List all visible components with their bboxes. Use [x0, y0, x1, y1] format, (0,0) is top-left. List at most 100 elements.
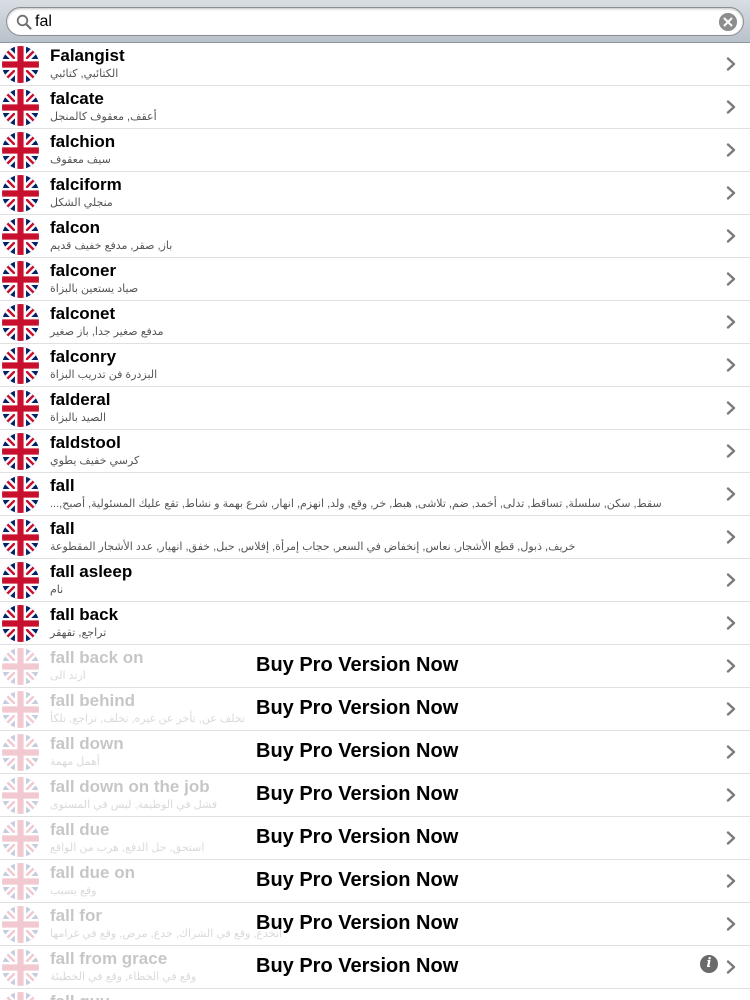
chevron-right-icon — [724, 487, 738, 501]
entry-word: falcate — [50, 89, 104, 108]
chevron-right-icon — [724, 57, 738, 71]
entry-word: fall asleep — [50, 562, 133, 581]
list-item[interactable]: falconry البزدرة فن تدريب البزاة — [0, 344, 750, 387]
chevron-right-icon — [724, 229, 738, 243]
chevron-right-icon — [724, 616, 738, 630]
list-item[interactable]: falconet مدفع صغير جدا, باز صغير — [0, 301, 750, 344]
list-item[interactable]: fall خريف, ذبول, قطع الأشجار, نعاس, إنخفا… — [0, 516, 750, 559]
entry-translation: مدفع صغير جدا, باز صغير — [50, 326, 164, 338]
chevron-right-icon — [724, 659, 738, 673]
uk-flag-icon — [2, 261, 39, 298]
entry-word: falchion — [50, 132, 116, 151]
entry-word: Falangist — [50, 46, 125, 65]
entry-word: fall down on the job — [50, 777, 210, 796]
list-item[interactable]: fall down أهمل مهمة Buy Pro Version Now — [0, 731, 750, 774]
entry-translation: فشل في الوظيفة, ليس في المستوى — [50, 799, 218, 811]
entry-translation: منجلي الشكل — [50, 197, 113, 209]
list-item[interactable]: fall due on وقع بسبب Buy Pro Version Now — [0, 860, 750, 903]
entry-translation: صياد يستعين بالبزاة — [50, 283, 139, 295]
uk-flag-icon — [2, 562, 39, 599]
list-item[interactable]: fall behind تخلف عن, تأخر عن غيره, تخلف, … — [0, 688, 750, 731]
uk-flag-icon — [2, 347, 39, 384]
search-input[interactable] — [35, 11, 715, 32]
list-item[interactable]: Falangist الكتائبي, كتائبي — [0, 43, 750, 86]
chevron-right-icon — [724, 444, 738, 458]
list-item[interactable]: fall back on ارتد الى Buy Pro Version Now — [0, 645, 750, 688]
chevron-right-icon — [724, 100, 738, 114]
list-item[interactable]: fall from grace وقع في الخطاء, وقع في الخ… — [0, 946, 750, 989]
list-item[interactable]: fall guyBuy Pro Version Now — [0, 989, 750, 1000]
uk-flag-icon — [2, 175, 39, 212]
buy-pro-label[interactable]: Buy Pro Version Now — [256, 826, 458, 849]
chevron-right-icon — [724, 315, 738, 329]
entry-translation: سقط, سكن, سلسلة, تساقط, تدلى, أخمد, ضم, … — [50, 498, 662, 510]
results-list[interactable]: Falangist الكتائبي, كتائبي falcate أعقف, مع… — [0, 43, 750, 1000]
entry-word: fall behind — [50, 691, 135, 710]
entry-word: fall back on — [50, 648, 144, 667]
buy-pro-label[interactable]: Buy Pro Version Now — [256, 912, 458, 935]
chevron-right-icon — [724, 358, 738, 372]
uk-flag-icon — [2, 605, 39, 642]
list-item[interactable]: faldstool كرسي خفيف يطوي — [0, 430, 750, 473]
entry-word: falconet — [50, 304, 116, 323]
entry-translation: أعقف, معقوف كالمنجل — [50, 111, 157, 123]
uk-flag-icon — [2, 648, 39, 685]
list-item[interactable]: fall asleep نام — [0, 559, 750, 602]
list-item[interactable]: fall for انخدع, وقع في الشراك, خدع, مرض, … — [0, 903, 750, 946]
buy-pro-label[interactable]: Buy Pro Version Now — [256, 740, 458, 763]
entry-translation: تراجع, تقهقر — [50, 627, 107, 639]
list-item[interactable]: fall سقط, سكن, سلسلة, تساقط, تدلى, أخمد, … — [0, 473, 750, 516]
clear-search-icon[interactable] — [719, 13, 737, 31]
entry-word: falcon — [50, 218, 101, 237]
buy-pro-label[interactable]: Buy Pro Version Now — [256, 955, 458, 978]
buy-pro-label[interactable]: Buy Pro Version Now — [256, 697, 458, 720]
entry-translation: ارتد الى — [50, 670, 86, 682]
entry-word: fall from grace — [50, 949, 168, 968]
entry-translation: البزدرة فن تدريب البزاة — [50, 369, 158, 381]
entry-word: falciform — [50, 175, 122, 194]
entry-word: fall due on — [50, 863, 135, 882]
entry-translation: نام — [50, 584, 64, 596]
entry-translation: كرسي خفيف يطوي — [50, 455, 140, 467]
entry-translation: الصيد بالبزاة — [50, 412, 107, 424]
entry-translation: سيف معقوف — [50, 154, 111, 166]
list-item[interactable]: falderal الصيد بالبزاة — [0, 387, 750, 430]
entry-word: fall — [50, 519, 75, 538]
uk-flag-icon — [2, 89, 39, 126]
chevron-right-icon — [724, 831, 738, 845]
uk-flag-icon — [2, 863, 39, 900]
list-item[interactable]: falconer صياد يستعين بالبزاة — [0, 258, 750, 301]
uk-flag-icon — [2, 992, 39, 1000]
uk-flag-icon — [2, 949, 39, 986]
chevron-right-icon — [724, 272, 738, 286]
chevron-right-icon — [724, 702, 738, 716]
chevron-right-icon — [724, 745, 738, 759]
chevron-right-icon — [724, 401, 738, 415]
entry-translation: خريف, ذبول, قطع الأشجار, نعاس, إنخفاض في… — [50, 541, 576, 553]
entry-word: fall back — [50, 605, 119, 624]
buy-pro-label[interactable]: Buy Pro Version Now — [256, 783, 458, 806]
uk-flag-icon — [2, 46, 39, 83]
list-item[interactable]: falciform منجلي الشكل — [0, 172, 750, 215]
entry-word: fall guy — [50, 992, 110, 1000]
entry-word: falconry — [50, 347, 117, 366]
list-item[interactable]: falcate أعقف, معقوف كالمنجل — [0, 86, 750, 129]
entry-translation: باز, صقر, مدفع خفيف قديم — [50, 240, 173, 252]
uk-flag-icon — [2, 691, 39, 728]
list-item[interactable]: falcon باز, صقر, مدفع خفيف قديم — [0, 215, 750, 258]
entry-translation: استحق, حل الدفع, هرب من الواقع — [50, 842, 205, 854]
info-icon[interactable]: i — [700, 955, 718, 973]
uk-flag-icon — [2, 433, 39, 470]
chevron-right-icon — [724, 917, 738, 931]
list-item[interactable]: fall due استحق, حل الدفع, هرب من الواقع Bu… — [0, 817, 750, 860]
buy-pro-label[interactable]: Buy Pro Version Now — [256, 654, 458, 677]
list-item[interactable]: falchion سيف معقوف — [0, 129, 750, 172]
entry-word: falderal — [50, 390, 111, 409]
buy-pro-label[interactable]: Buy Pro Version Now — [256, 869, 458, 892]
search-field[interactable] — [6, 7, 744, 36]
uk-flag-icon — [2, 304, 39, 341]
entry-translation: وقع في الخطاء, وقع في الخطيئة — [50, 971, 197, 983]
list-item[interactable]: fall down on the job فشل في الوظيفة, ليس … — [0, 774, 750, 817]
list-item[interactable]: fall back تراجع, تقهقر — [0, 602, 750, 645]
uk-flag-icon — [2, 390, 39, 427]
